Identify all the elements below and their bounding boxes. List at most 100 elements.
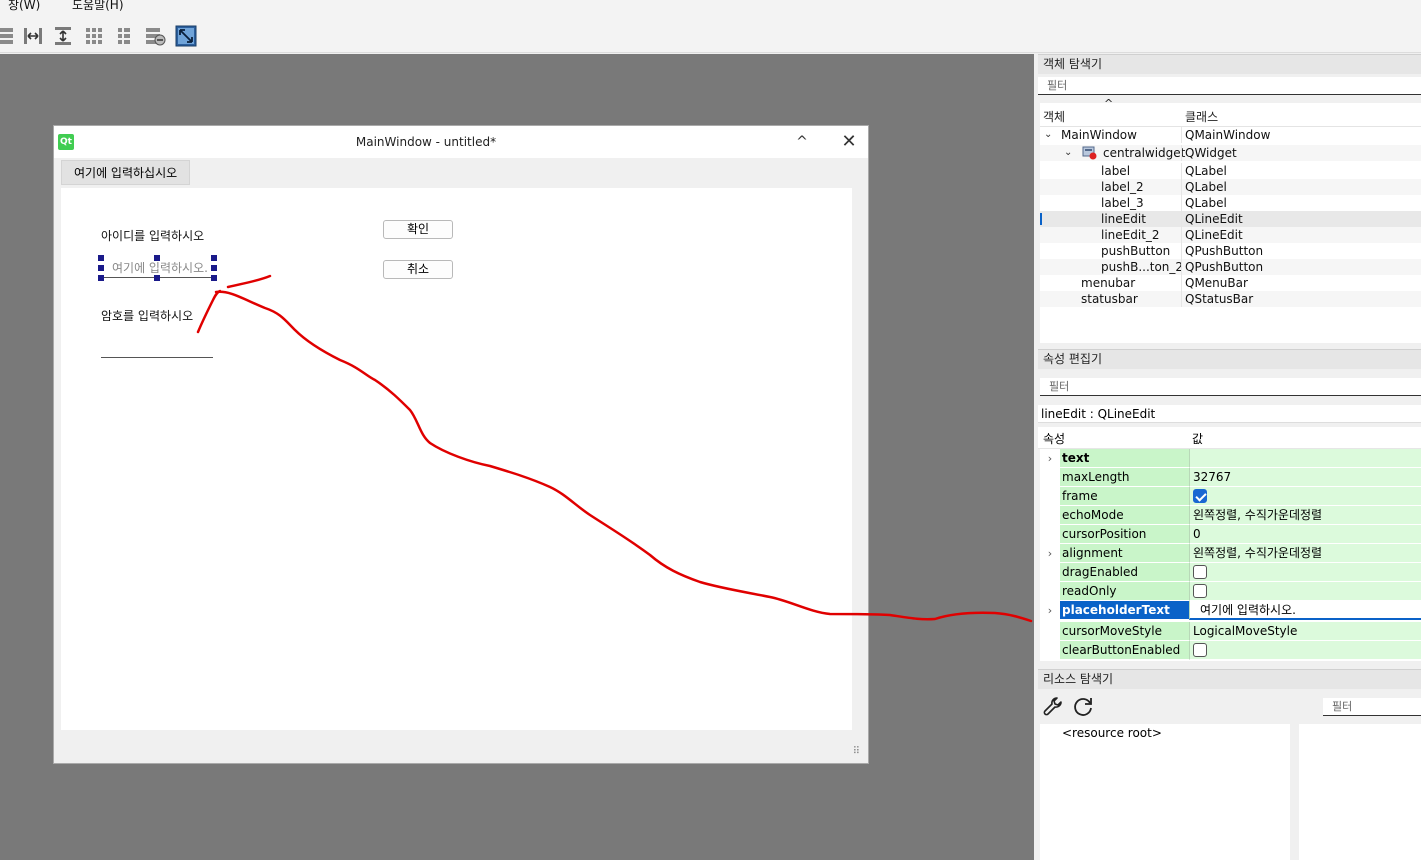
frame-checkbox[interactable] bbox=[1193, 488, 1207, 503]
tree-row-lineedit-2[interactable]: lineEdit_2 QLineEdit bbox=[1040, 227, 1421, 243]
placeholder-text-editor[interactable]: 여기에 입력하시오. bbox=[1189, 601, 1421, 620]
prop-name: cursorMoveStyle bbox=[1060, 622, 1189, 641]
row-spacer bbox=[1040, 506, 1060, 525]
property-editor-title: 속성 편집기 bbox=[1038, 349, 1421, 369]
readonly-checkbox[interactable] bbox=[1193, 583, 1207, 598]
tree-item-class: QPushButton bbox=[1185, 244, 1264, 258]
selection-handle[interactable] bbox=[211, 265, 217, 271]
column-divider bbox=[1181, 243, 1182, 259]
object-tree[interactable]: 객체 ^ 클래스 ⌄ MainWindow QMainWindow ⌄ cent… bbox=[1040, 97, 1421, 343]
layout-vertical-icon[interactable] bbox=[0, 23, 18, 49]
prop-row-text[interactable]: › text bbox=[1040, 449, 1421, 468]
object-tree-header: 객체 ^ 클래스 bbox=[1040, 97, 1421, 127]
minimize-button[interactable]: ^ bbox=[787, 130, 817, 154]
prop-row-frame[interactable]: frame bbox=[1040, 487, 1421, 506]
layout-v-splitter-icon[interactable] bbox=[50, 23, 76, 49]
header-object[interactable]: 객체 bbox=[1043, 108, 1065, 125]
widget-error-icon bbox=[1082, 146, 1098, 160]
layout-grid-icon[interactable] bbox=[81, 23, 107, 49]
menu-help[interactable]: 도움말(H) bbox=[72, 0, 124, 13]
expand-arrow-icon[interactable]: ⌄ bbox=[1044, 127, 1052, 143]
menu-window[interactable]: 창(W) bbox=[8, 0, 40, 13]
prop-value[interactable] bbox=[1189, 641, 1421, 660]
cancel-button[interactable]: 취소 bbox=[383, 260, 453, 279]
password-label[interactable]: 암호를 입력하시오 bbox=[101, 307, 193, 324]
adjust-size-icon[interactable] bbox=[173, 23, 199, 49]
id-label[interactable]: 아이디를 입력하시오 bbox=[101, 227, 204, 244]
column-divider bbox=[1181, 211, 1182, 227]
menu-type-here[interactable]: 여기에 입력하십시오 bbox=[61, 160, 191, 185]
prop-row-alignment[interactable]: › alignment 왼쪽정렬, 수직가운데정렬 bbox=[1040, 544, 1421, 563]
resource-tree[interactable]: <resource root> bbox=[1040, 724, 1290, 860]
property-table[interactable]: › text maxLength 32767 frame echoMode 왼쪽… bbox=[1040, 449, 1421, 661]
selection-handle[interactable] bbox=[154, 275, 160, 281]
tree-row-pushbutton-2[interactable]: pushB...ton_2 QPushButton bbox=[1040, 259, 1421, 275]
header-value[interactable]: 값 bbox=[1192, 430, 1203, 447]
object-filter-input[interactable]: 필터 bbox=[1038, 77, 1421, 95]
selection-handle[interactable] bbox=[98, 265, 104, 271]
property-object-class: lineEdit : QLineEdit bbox=[1038, 405, 1421, 423]
tree-row-mainwindow[interactable]: ⌄ MainWindow QMainWindow bbox=[1040, 127, 1421, 143]
tree-row-label[interactable]: label QLabel bbox=[1040, 163, 1421, 179]
dragenabled-checkbox[interactable] bbox=[1193, 564, 1207, 579]
tree-row-pushbutton[interactable]: pushButton QPushButton bbox=[1040, 243, 1421, 259]
prop-value[interactable]: 왼쪽정렬, 수직가운데정렬 bbox=[1189, 506, 1421, 525]
form-titlebar[interactable]: Qt MainWindow - untitled* ^ ✕ bbox=[54, 126, 868, 158]
prop-row-maxlength[interactable]: maxLength 32767 bbox=[1040, 468, 1421, 487]
prop-row-clearbuttonenabled[interactable]: clearButtonEnabled bbox=[1040, 641, 1421, 660]
expand-arrow-icon[interactable]: ⌄ bbox=[1064, 145, 1072, 161]
prop-row-placeholdertext[interactable]: › placeholderText 여기에 입력하시오. bbox=[1040, 601, 1421, 620]
close-button[interactable]: ✕ bbox=[834, 130, 864, 154]
layout-form-icon[interactable] bbox=[111, 23, 137, 49]
prop-value[interactable]: 0 bbox=[1189, 525, 1421, 544]
prop-value[interactable] bbox=[1189, 449, 1421, 468]
expand-arrow-icon[interactable]: › bbox=[1040, 449, 1060, 468]
break-layout-icon[interactable] bbox=[142, 23, 168, 49]
prop-name: cursorPosition bbox=[1060, 525, 1189, 544]
prop-name: maxLength bbox=[1060, 468, 1189, 487]
resource-list[interactable] bbox=[1299, 724, 1421, 860]
header-property[interactable]: 속성 bbox=[1043, 430, 1065, 447]
prop-value[interactable] bbox=[1189, 563, 1421, 582]
property-filter-input[interactable]: 필터 bbox=[1040, 378, 1421, 396]
selection-handle[interactable] bbox=[98, 275, 104, 281]
reload-icon[interactable] bbox=[1071, 695, 1095, 719]
central-widget[interactable]: 아이디를 입력하시오 여기에 입력하시오. 암호를 입력하시오 확인 취소 bbox=[61, 188, 852, 730]
prop-value[interactable]: 왼쪽정렬, 수직가운데정렬 bbox=[1189, 544, 1421, 563]
tree-row-statusbar[interactable]: statusbar QStatusBar bbox=[1040, 291, 1421, 307]
prop-value[interactable] bbox=[1189, 582, 1421, 601]
row-spacer bbox=[1040, 525, 1060, 544]
prop-row-cursormovestyle[interactable]: cursorMoveStyle LogicalMoveStyle bbox=[1040, 622, 1421, 641]
selection-handle[interactable] bbox=[211, 255, 217, 261]
header-class[interactable]: 클래스 bbox=[1185, 108, 1218, 125]
selection-handle[interactable] bbox=[98, 255, 104, 261]
expand-arrow-icon[interactable]: › bbox=[1040, 544, 1060, 563]
resource-root[interactable]: <resource root> bbox=[1062, 726, 1162, 740]
clearbutton-checkbox[interactable] bbox=[1193, 642, 1207, 657]
expand-arrow-icon[interactable]: › bbox=[1040, 601, 1060, 620]
layout-h-splitter-icon[interactable] bbox=[20, 23, 46, 49]
prop-row-dragenabled[interactable]: dragEnabled bbox=[1040, 563, 1421, 582]
resource-filter-input[interactable]: 필터 bbox=[1323, 698, 1421, 716]
prop-row-cursorposition[interactable]: cursorPosition 0 bbox=[1040, 525, 1421, 544]
wrench-icon[interactable] bbox=[1042, 695, 1066, 719]
tree-row-menubar[interactable]: menubar QMenuBar bbox=[1040, 275, 1421, 291]
password-line-edit[interactable] bbox=[101, 338, 213, 358]
tree-item-class: QPushButton bbox=[1185, 260, 1264, 274]
prop-row-readonly[interactable]: readOnly bbox=[1040, 582, 1421, 601]
prop-value[interactable]: LogicalMoveStyle bbox=[1189, 622, 1421, 641]
tree-row-lineedit[interactable]: lineEdit QLineEdit bbox=[1040, 211, 1421, 227]
row-spacer bbox=[1040, 582, 1060, 601]
selection-handle[interactable] bbox=[211, 275, 217, 281]
form-window[interactable]: Qt MainWindow - untitled* ^ ✕ 여기에 입력하십시오… bbox=[53, 125, 869, 764]
tree-row-label-3[interactable]: label_3 QLabel bbox=[1040, 195, 1421, 211]
prop-row-echomode[interactable]: echoMode 왼쪽정렬, 수직가운데정렬 bbox=[1040, 506, 1421, 525]
size-grip-icon[interactable]: ⠿ bbox=[853, 746, 860, 757]
prop-value[interactable] bbox=[1189, 487, 1421, 506]
tree-row-centralwidget[interactable]: ⌄ centralwidget QWidget bbox=[1040, 145, 1421, 161]
selection-handle[interactable] bbox=[154, 255, 160, 261]
tree-row-label-2[interactable]: label_2 QLabel bbox=[1040, 179, 1421, 195]
prop-value[interactable]: 32767 bbox=[1189, 468, 1421, 487]
tree-item-name: label_3 bbox=[1101, 196, 1144, 210]
ok-button[interactable]: 확인 bbox=[383, 220, 453, 239]
